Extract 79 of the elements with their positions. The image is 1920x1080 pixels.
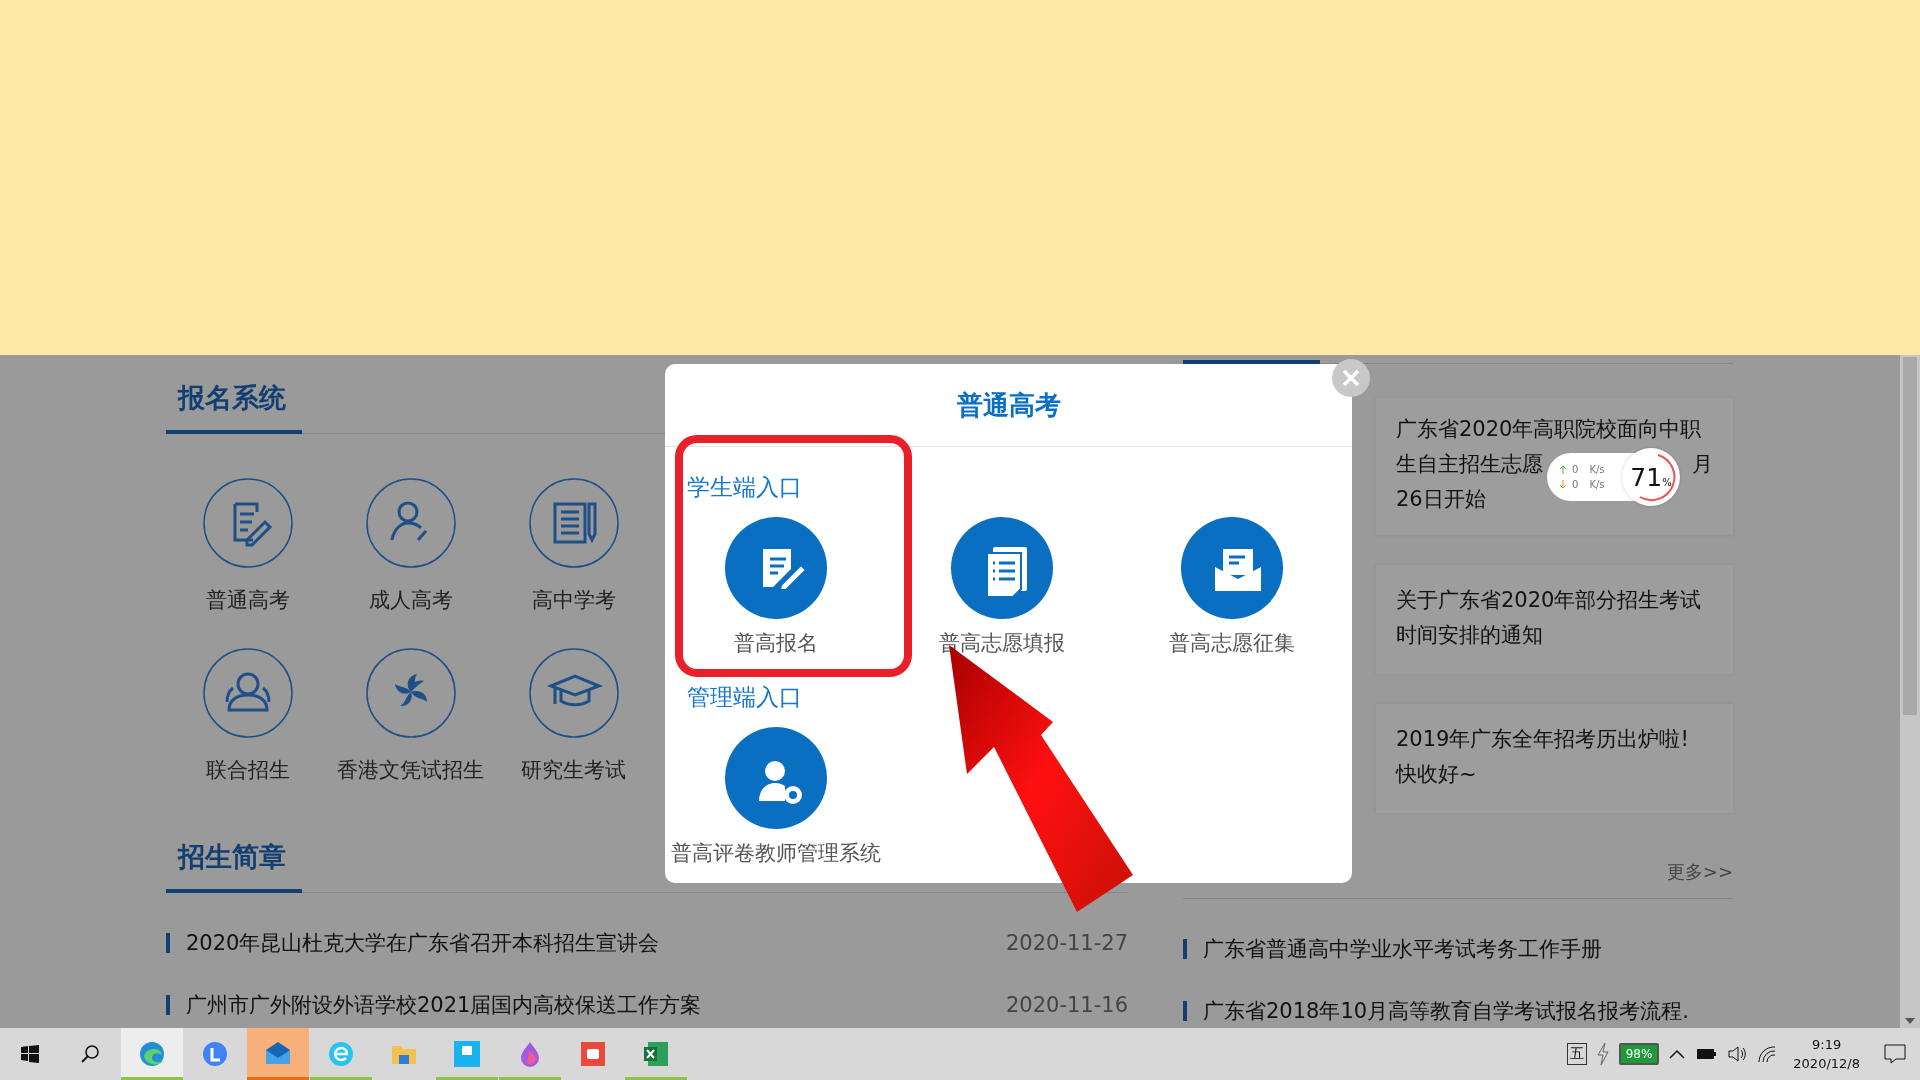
user-gear-icon <box>725 727 827 829</box>
bullet-bar <box>166 933 170 953</box>
news-link[interactable]: 广东省普通高中学业水平考试考务工作手册 <box>1203 935 1602 963</box>
card-text: 时间安排的通知 <box>1396 621 1543 649</box>
entry-button[interactable]: 普高志愿征集 <box>1117 517 1347 657</box>
card-text: 26日开始 <box>1396 486 1486 514</box>
news-link[interactable]: 广州市广外附设外语学校2021届国内高校保送工作方案 <box>186 991 702 1019</box>
upload-speed: 0 <box>1572 463 1579 477</box>
usage-percent: % <box>1662 476 1672 488</box>
download-speed: 0 <box>1572 478 1579 492</box>
more-link[interactable]: 更多>> <box>1666 860 1733 884</box>
section-label: 管理端入口 <box>686 682 803 712</box>
news-card[interactable]: 关于广东省2020年部分招生考试 时间安排的通知 <box>1376 565 1733 675</box>
bullet-bar <box>1183 1001 1187 1021</box>
speaker-icon[interactable] <box>1727 1045 1748 1063</box>
battery-icon[interactable] <box>1695 1047 1718 1061</box>
upload-arrow-icon <box>1559 465 1567 474</box>
news-link[interactable]: 2020年昆山杜克大学在广东省召开本科招生宣讲会 <box>186 929 660 957</box>
clock-time: 9:19 <box>1812 1036 1842 1054</box>
graduation-cap-icon <box>528 648 619 738</box>
document-list-icon <box>951 517 1053 619</box>
section-title: 报名系统 <box>166 380 302 434</box>
system-link[interactable]: 香港文凭试招生 <box>329 648 492 784</box>
news-date: 2020-11-27 <box>1005 931 1128 955</box>
windows-icon <box>21 1045 39 1063</box>
spreadsheet-icon <box>642 1040 670 1068</box>
usage-value: 71 <box>1630 462 1663 492</box>
card-text: 广东省2020年高职院校面向中职 <box>1396 416 1702 444</box>
scrollbar[interactable] <box>1900 355 1920 1028</box>
card-text: 快收好~ <box>1396 760 1477 788</box>
speed-unit: K/s <box>1589 478 1605 492</box>
system-link[interactable]: 普通高考 <box>166 478 329 614</box>
modal-title: 普通高考 <box>956 388 1061 422</box>
scrollbar-thumb[interactable] <box>1903 357 1917 715</box>
system-link[interactable]: 联合招生 <box>166 648 329 784</box>
card-text: 关于广东省2020年部分招生考试 <box>1396 586 1702 614</box>
charging-icon <box>1596 1043 1609 1065</box>
entry-button[interactable]: 普高评卷教师管理系统 <box>665 727 887 867</box>
person-pen-icon <box>365 478 456 568</box>
chevron-up-icon[interactable] <box>1669 1049 1686 1059</box>
bullet-bar <box>166 995 170 1015</box>
system-link[interactable]: 成人高考 <box>329 478 492 614</box>
news-card[interactable]: 2019年广东全年招考历出炉啦! 快收好~ <box>1376 704 1733 814</box>
envelope-icon <box>1181 517 1283 619</box>
card-text: 月 <box>1692 451 1713 479</box>
clock-date: 2020/12/8 <box>1793 1055 1860 1073</box>
card-text: 2019年广东全年招考历出炉啦! <box>1396 725 1689 753</box>
clock[interactable]: 9:19 2020/12/8 <box>1793 1035 1860 1073</box>
news-link[interactable]: 广东省2018年10月高等教育自学考试报名报考流程. <box>1203 997 1689 1025</box>
entry-button[interactable]: 普高报名 <box>665 517 887 657</box>
search-icon <box>80 1044 100 1064</box>
document-pen-icon <box>202 478 293 568</box>
app-window-icon <box>453 1040 481 1068</box>
wifi-icon[interactable] <box>1757 1045 1778 1063</box>
close-button[interactable] <box>1332 359 1370 397</box>
news-date: 2020-11-16 <box>1005 993 1128 1017</box>
recorder-icon <box>579 1040 607 1068</box>
section-title: 招生简章 <box>166 839 302 893</box>
e-browser-icon <box>327 1040 355 1068</box>
scroll-down-icon[interactable] <box>1905 1018 1915 1024</box>
bullet-bar <box>1183 939 1187 959</box>
flower-icon <box>365 648 456 738</box>
close-icon <box>1342 369 1360 387</box>
notification-icon[interactable] <box>1884 1044 1906 1064</box>
system-link[interactable]: 高中学考 <box>492 478 655 614</box>
form-pen-icon <box>725 517 827 619</box>
taskbar-app[interactable] <box>247 1028 309 1080</box>
system-link[interactable]: 研究生考试 <box>492 648 655 784</box>
group-icon <box>202 648 293 738</box>
l-app-icon <box>201 1040 229 1068</box>
browser-icon <box>138 1040 166 1068</box>
ime-indicator[interactable]: 五 <box>1566 1043 1587 1065</box>
battery-indicator[interactable]: 98% <box>1618 1043 1660 1065</box>
notebook-icon <box>528 478 619 568</box>
download-arrow-icon <box>1559 480 1567 489</box>
taskbar-app[interactable] <box>121 1028 183 1080</box>
card-text: 生自主招生志愿 <box>1396 451 1543 479</box>
section-label: 学生端入口 <box>686 472 803 502</box>
speed-unit: K/s <box>1589 463 1605 477</box>
